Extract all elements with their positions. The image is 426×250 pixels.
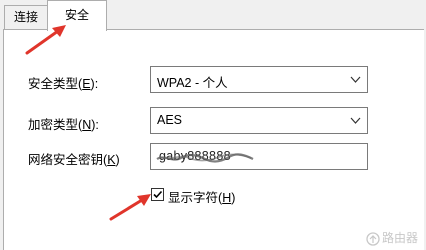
watermark: 路由器 bbox=[366, 229, 418, 246]
network-key-input[interactable]: gaby888888 bbox=[150, 143, 368, 170]
redaction-scribble bbox=[156, 153, 254, 163]
security-type-label: 安全类型(E): bbox=[28, 77, 99, 91]
watermark-logo-icon bbox=[366, 232, 380, 246]
chevron-down-icon bbox=[350, 76, 361, 83]
encryption-type-label: 加密类型(N): bbox=[28, 118, 99, 132]
encryption-type-dropdown[interactable]: AES bbox=[150, 107, 368, 134]
security-type-dropdown[interactable]: WPA2 - 个人 bbox=[150, 66, 368, 93]
chevron-down-icon bbox=[350, 117, 361, 124]
security-panel: 安全类型(E): WPA2 - 个人 加密类型(N): AES 网络安全密钥(K… bbox=[3, 29, 424, 250]
red-arrow-icon bbox=[109, 194, 151, 221]
show-characters-label: 显示字符(H) bbox=[168, 191, 236, 205]
network-key-label: 网络安全密钥(K) bbox=[28, 153, 120, 167]
security-type-value: WPA2 - 个人 bbox=[157, 76, 228, 90]
red-arrow-icon bbox=[25, 25, 66, 55]
encryption-type-value: AES bbox=[157, 113, 183, 127]
watermark-text: 路由器 bbox=[381, 231, 418, 245]
tab-security-label: 安全 bbox=[64, 8, 89, 22]
